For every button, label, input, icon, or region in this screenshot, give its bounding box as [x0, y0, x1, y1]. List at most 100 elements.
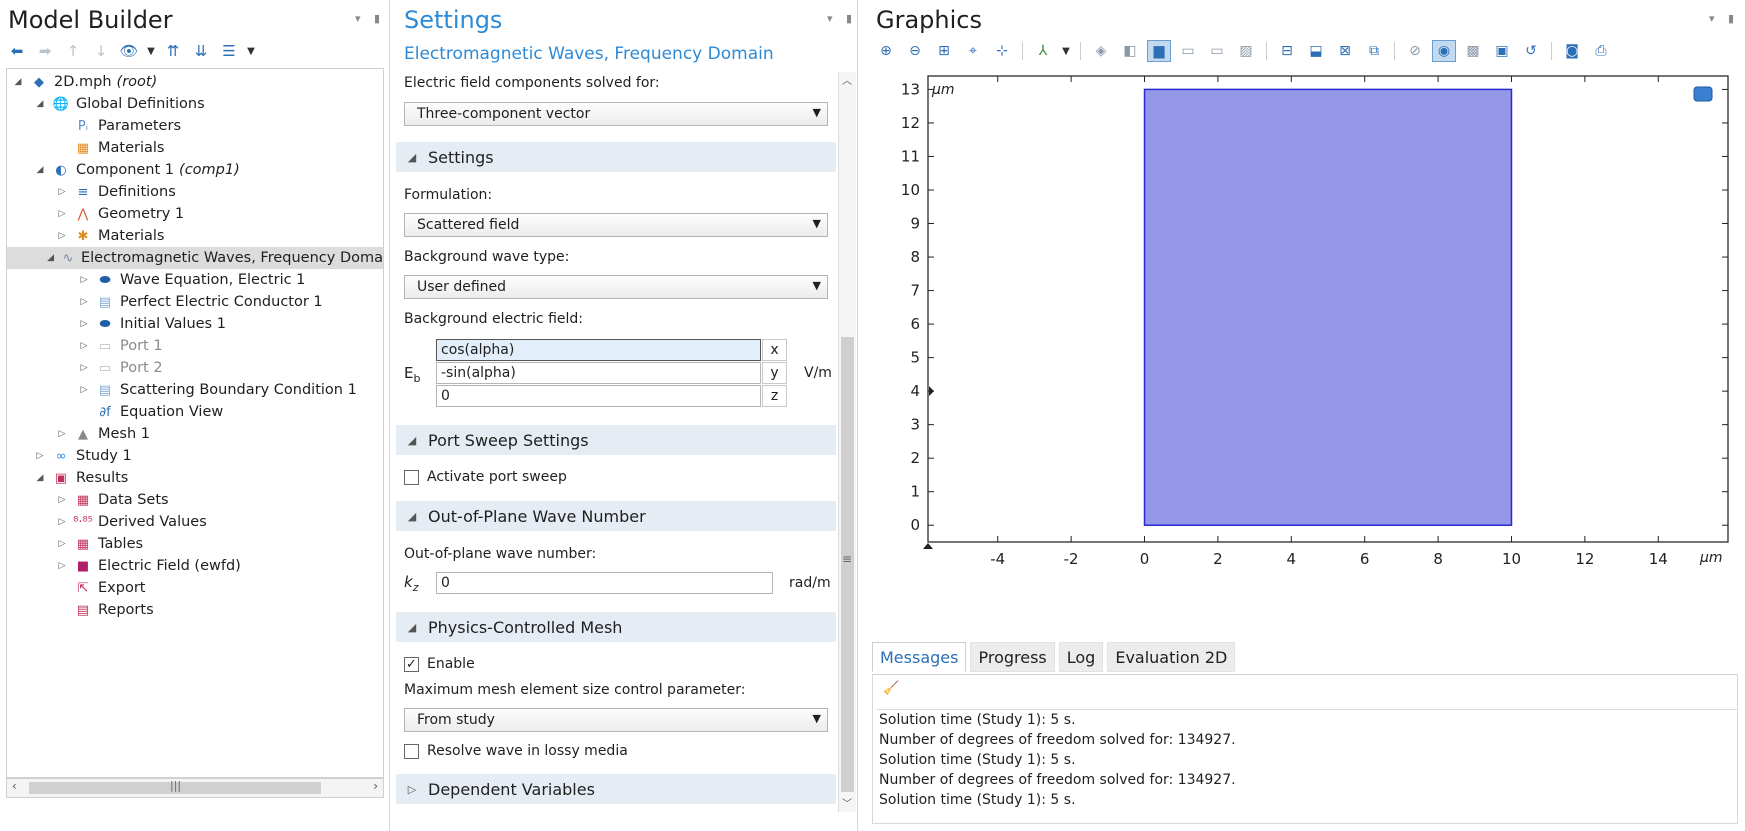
tree-item[interactable]: ◢ ▣ Results	[7, 467, 383, 489]
zoom-out-icon[interactable]: ⊖	[903, 40, 927, 62]
view-cube-icon[interactable]	[1693, 86, 1713, 102]
tree-item[interactable]: ▷ ▭ Port 2	[7, 357, 383, 379]
expand-icon[interactable]: ▷	[55, 231, 69, 241]
expand-icon[interactable]: ▷	[55, 561, 69, 571]
panel-menu-icon[interactable]: ▾	[1709, 12, 1715, 25]
expand-icon[interactable]: ▷	[77, 363, 91, 373]
tree-item[interactable]: ▷ ▤ Perfect Electric Conductor 1	[7, 291, 383, 313]
pin-icon[interactable]: ▮	[1728, 12, 1734, 25]
tree-item[interactable]: ▷ ⋀ Geometry 1	[7, 203, 383, 225]
expand-icon[interactable]: ▷	[55, 187, 69, 197]
tree-item[interactable]: ◢ ∿ Electromagnetic Waves, Frequency Doma	[7, 247, 383, 269]
eb-y-input[interactable]: -sin(alpha)	[436, 362, 761, 384]
expand-icon[interactable]: ▷	[33, 451, 47, 461]
scroll-up-icon[interactable]: ︿	[842, 72, 852, 87]
expand-icon[interactable]: ▷	[55, 495, 69, 505]
scroll-left-icon[interactable]: ‹	[12, 779, 17, 793]
tab-messages[interactable]: Messages	[872, 642, 967, 672]
expand-icon[interactable]: ▷	[77, 275, 91, 285]
expand-sections-icon[interactable]: ⇈	[162, 41, 184, 61]
section-out-of-plane[interactable]: ◢ Out-of-Plane Wave Number	[396, 501, 836, 531]
tree-item[interactable]: ▷ ⁸·⁸⁵ Derived Values	[7, 511, 383, 533]
max-mesh-select[interactable]: From study ▼	[404, 708, 828, 732]
bg-wave-type-select[interactable]: User defined ▼	[404, 275, 828, 299]
select-domain-active-icon[interactable]: ▆	[1147, 40, 1171, 62]
checkbox-box[interactable]	[404, 743, 419, 759]
collapse-icon[interactable]: ◢	[33, 165, 47, 175]
tree-item[interactable]: ◢ 🌐 Global Definitions	[7, 93, 383, 115]
checkbox-box[interactable]: ✓	[404, 656, 419, 672]
select-box-icon[interactable]: ⊟	[1275, 40, 1299, 62]
scroll-right-icon[interactable]: ›	[373, 779, 378, 793]
invert-selection-icon[interactable]: ⧉	[1362, 40, 1386, 62]
select-all-icon[interactable]: ⬓	[1304, 40, 1328, 62]
activate-port-sweep-checkbox[interactable]: Activate port sweep	[404, 469, 567, 485]
list-dropdown-icon[interactable]: ▼	[246, 41, 256, 61]
zoom-in-icon[interactable]: ⊕	[874, 40, 898, 62]
eb-x-input[interactable]: cos(alpha)	[436, 339, 761, 361]
tree-item[interactable]: ▷ ■ Electric Field (ewfd)	[7, 555, 383, 577]
transparency-icon[interactable]: ▣	[1490, 40, 1514, 62]
zoom-extents-icon[interactable]: ⌖	[961, 40, 985, 62]
horizontal-scrollbar[interactable]: ‹ ||| ›	[6, 778, 384, 798]
graphics-canvas[interactable]: -4 -2 0 2 4 6 8 10 12 14 0 1 2 3 4 5 6 7 8 9 10 11 12 13 μm μm	[866, 66, 1736, 626]
kz-input[interactable]: 0	[436, 572, 773, 594]
deselect-icon[interactable]: ▨	[1234, 40, 1258, 62]
section-settings[interactable]: ◢ Settings	[396, 142, 836, 172]
tree-item[interactable]: ◢ ◆ 2D.mph (root)	[7, 71, 383, 93]
tree-item[interactable]: ▷ ⬬ Initial Values 1	[7, 313, 383, 335]
tree-item[interactable]: ▷ ∞ Study 1	[7, 445, 383, 467]
zoom-box-icon[interactable]: ⊞	[932, 40, 956, 62]
expand-icon[interactable]: ▷	[55, 429, 69, 439]
panel-menu-icon[interactable]: ▾	[827, 12, 833, 25]
expand-icon[interactable]: ▷	[77, 385, 91, 395]
components-select[interactable]: Three-component vector ▼	[404, 102, 828, 126]
tree-item[interactable]: ▷ ▲ Mesh 1	[7, 423, 383, 445]
expand-icon[interactable]: ▷	[77, 297, 91, 307]
show-dropdown-icon[interactable]: ▼	[146, 41, 156, 61]
clear-messages-icon[interactable]: 🧹	[883, 681, 899, 696]
geometry-plot[interactable]: -4 -2 0 2 4 6 8 10 12 14012345678910111213 μmμm	[866, 66, 1736, 626]
tree-item[interactable]: ▷ ⬬ Wave Equation, Electric 1	[7, 269, 383, 291]
pin-icon[interactable]: ▮	[374, 12, 380, 25]
print-icon[interactable]: ⎙	[1589, 40, 1613, 62]
wireframe-icon[interactable]: ▩	[1461, 40, 1485, 62]
tree-item[interactable]: ◢ ◐ Component 1 (comp1)	[7, 159, 383, 181]
collapse-sections-icon[interactable]: ⇊	[190, 41, 212, 61]
tree-item[interactable]: ∂f Equation View	[7, 401, 383, 423]
expand-icon[interactable]: ▷	[55, 209, 69, 219]
tree-item[interactable]: ▷ ✱ Materials	[7, 225, 383, 247]
tree-item[interactable]: ▷ ≡ Definitions	[7, 181, 383, 203]
section-physics-mesh[interactable]: ◢ Physics-Controlled Mesh	[396, 612, 836, 642]
back-arrow-icon[interactable]: ⬅	[6, 41, 28, 61]
move-up-icon[interactable]: ↑	[62, 41, 84, 61]
enable-checkbox[interactable]: ✓ Enable	[404, 656, 475, 672]
scroll-down-icon[interactable]: ﹀	[842, 795, 852, 810]
resolve-lossy-checkbox[interactable]: Resolve wave in lossy media	[404, 743, 628, 759]
collapse-icon[interactable]: ◢	[45, 253, 56, 263]
collapse-icon[interactable]: ◢	[33, 473, 47, 483]
hide-icon[interactable]: ⊘	[1403, 40, 1427, 62]
list-view-icon[interactable]: ☰	[218, 41, 240, 61]
forward-arrow-icon[interactable]: ➡	[34, 41, 56, 61]
select-boundary-icon[interactable]: ▭	[1176, 40, 1200, 62]
select-domain-icon[interactable]: ◧	[1118, 40, 1142, 62]
eb-z-input[interactable]: 0	[436, 385, 761, 407]
view-dropdown-icon[interactable]: ▼	[1060, 40, 1072, 62]
axes-icon[interactable]: ⅄	[1031, 40, 1055, 62]
tab-log[interactable]: Log	[1058, 642, 1104, 672]
section-dependent-variables[interactable]: ▷ Dependent Variables	[396, 774, 836, 804]
expand-icon[interactable]: ▷	[55, 539, 69, 549]
expand-icon[interactable]: ▷	[77, 319, 91, 329]
show-icon[interactable]: 👁	[118, 41, 140, 61]
tree-item[interactable]: ⇱ Export	[7, 577, 383, 599]
model-tree[interactable]: ◢ ◆ 2D.mph (root) ◢ 🌐 Global Definitions Pᵢ Para…	[6, 68, 384, 778]
pin-icon[interactable]: ▮	[846, 12, 852, 25]
move-down-icon[interactable]: ↓	[90, 41, 112, 61]
screenshot-icon[interactable]: ◙	[1560, 40, 1584, 62]
domain-rectangle[interactable]	[1143, 88, 1513, 526]
tree-item[interactable]: ▤ Reports	[7, 599, 383, 621]
tab-evaluation-2d[interactable]: Evaluation 2D	[1107, 642, 1236, 672]
select-point-icon[interactable]: ▭	[1205, 40, 1229, 62]
formulation-select[interactable]: Scattered field ▼	[404, 213, 828, 237]
